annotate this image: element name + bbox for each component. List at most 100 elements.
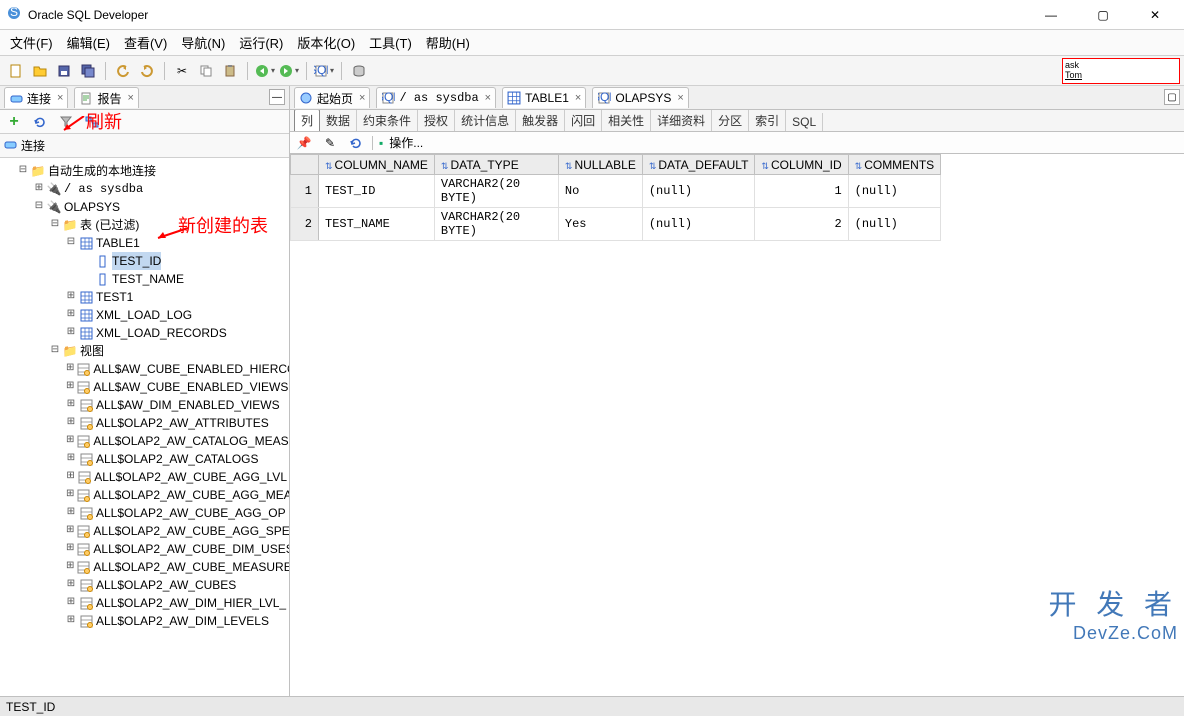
close-icon[interactable]: × [127, 92, 133, 104]
tree-node[interactable]: ⊞ALL$OLAP2_AW_DIM_LEVELS [66, 612, 287, 630]
view-icon [77, 524, 90, 538]
subtab-grants[interactable]: 授权 [418, 110, 455, 131]
close-icon[interactable]: × [575, 92, 581, 104]
tree-node[interactable]: XML_LOAD_LOG [96, 306, 192, 324]
tree-node[interactable]: 视图 [80, 342, 104, 360]
subtab-partitions[interactable]: 分区 [712, 110, 749, 131]
tree-node[interactable]: XML_LOAD_RECORDS [96, 324, 227, 342]
tab-startpage[interactable]: 起始页× [294, 87, 370, 108]
minimize-panel-button[interactable]: — [269, 89, 285, 105]
menu-file[interactable]: 文件(F) [10, 33, 53, 52]
tab-sysdba[interactable]: SQL / as sysdba× [376, 87, 496, 108]
minimize-button[interactable]: — [1028, 1, 1074, 29]
menu-edit[interactable]: 编辑(E) [67, 33, 110, 52]
tree-node[interactable]: ⊞ALL$OLAP2_AW_CUBE_AGG_LVL [66, 468, 287, 486]
pin-icon[interactable]: 📌 [294, 133, 314, 153]
subtab-details[interactable]: 详细资料 [651, 110, 712, 131]
tree-node[interactable]: / as sysdba [64, 180, 143, 198]
tab-table1[interactable]: TABLE1× [502, 87, 586, 108]
subtab-indexes[interactable]: 索引 [749, 110, 786, 131]
tree-node[interactable]: ⊞ALL$OLAP2_AW_CUBE_AGG_OP [66, 504, 287, 522]
table-row[interactable]: 2 TEST_NAMEVARCHAR2(20 BYTE) Yes(null) 2… [291, 208, 941, 241]
tab-connections[interactable]: 连接 × [4, 87, 68, 108]
sql-worksheet-dropdown[interactable]: SQL [314, 61, 334, 81]
menu-nav[interactable]: 导航(N) [181, 33, 225, 52]
status-text: TEST_ID [6, 700, 55, 714]
maximize-button[interactable]: ▢ [1080, 1, 1126, 29]
menu-help[interactable]: 帮助(H) [426, 33, 470, 52]
tree-node[interactable]: ⊞ALL$OLAP2_AW_CUBE_MEASURES [66, 558, 287, 576]
open-icon[interactable] [30, 61, 50, 81]
close-button[interactable]: ✕ [1132, 1, 1178, 29]
view-icon [77, 542, 90, 556]
worksheet-icon: SQL [381, 91, 395, 105]
save-all-icon[interactable] [78, 61, 98, 81]
restore-panel-button[interactable]: ▢ [1164, 89, 1180, 105]
subtab-deps[interactable]: 相关性 [602, 110, 651, 131]
subtab-stats[interactable]: 统计信息 [455, 110, 516, 131]
refresh-grid-icon[interactable] [346, 133, 366, 153]
columns-grid[interactable]: ⇅COLUMN_NAME ⇅DATA_TYPE ⇅NULLABLE ⇅DATA_… [290, 154, 1184, 696]
save-icon[interactable] [54, 61, 74, 81]
view-icon [77, 560, 90, 574]
tree-node[interactable]: OLAPSYS [64, 198, 120, 216]
tree-node[interactable]: ⊞ALL$AW_CUBE_ENABLED_HIERCO [66, 360, 287, 378]
help-panel[interactable]: ask Tom [1062, 58, 1180, 84]
separator [105, 62, 106, 80]
subtab-data[interactable]: 数据 [320, 110, 357, 131]
connections-icon [9, 91, 23, 105]
tree-node[interactable]: ⊞ALL$OLAP2_AW_CUBES [66, 576, 287, 594]
close-icon[interactable]: × [677, 92, 683, 104]
subtab-columns[interactable]: 列 [294, 109, 320, 131]
new-connection-icon[interactable]: + [4, 112, 24, 132]
tree-node[interactable]: ⊞ALL$AW_CUBE_ENABLED_VIEWS [66, 378, 287, 396]
copy-icon[interactable] [196, 61, 216, 81]
refresh-icon[interactable] [30, 112, 50, 132]
separator [306, 62, 307, 80]
tree-node[interactable]: ⊞ALL$OLAP2_AW_CATALOGS [66, 450, 287, 468]
menu-view[interactable]: 查看(V) [124, 33, 167, 52]
tab-reports[interactable]: 报告 × [74, 87, 138, 108]
tree-node[interactable]: TEST_NAME [112, 270, 184, 288]
menu-tools[interactable]: 工具(T) [369, 33, 412, 52]
table-row[interactable]: 1 TEST_IDVARCHAR2(20 BYTE) No(null) 1(nu… [291, 175, 941, 208]
tree-node[interactable]: ⊞ALL$OLAP2_AW_CATALOG_MEASU [66, 432, 287, 450]
cut-icon[interactable]: ✂ [172, 61, 192, 81]
redo-icon[interactable] [137, 61, 157, 81]
tree-node[interactable]: 表 (已过滤) [80, 216, 139, 234]
window-title: Oracle SQL Developer [28, 8, 1022, 22]
close-icon[interactable]: × [359, 92, 365, 104]
tree-node[interactable]: ⊞ALL$AW_DIM_ENABLED_VIEWS [66, 396, 287, 414]
back-dropdown[interactable] [255, 61, 275, 81]
new-icon[interactable] [6, 61, 26, 81]
menu-versioning[interactable]: 版本化(O) [297, 33, 355, 52]
view-icon [79, 596, 93, 610]
view-icon [77, 362, 90, 376]
tree-node[interactable]: ⊞ALL$OLAP2_AW_CUBE_AGG_MEAS [66, 486, 287, 504]
db-icon[interactable] [349, 61, 369, 81]
separator [164, 62, 165, 80]
close-icon[interactable]: × [57, 92, 63, 104]
menu-run[interactable]: 运行(R) [239, 33, 283, 52]
tree-node-selected[interactable]: TEST_ID [112, 252, 161, 270]
subtab-sql[interactable]: SQL [786, 113, 823, 131]
subtab-flashback[interactable]: 闪回 [565, 110, 602, 131]
subtab-triggers[interactable]: 触发器 [516, 110, 565, 131]
forward-dropdown[interactable] [279, 61, 299, 81]
tree-node[interactable]: 自动生成的本地连接 [48, 162, 156, 180]
svg-text:SQL: SQL [314, 64, 328, 77]
tree-node[interactable]: TABLE1 [96, 234, 140, 252]
undo-icon[interactable] [113, 61, 133, 81]
tree-node[interactable]: TEST1 [96, 288, 133, 306]
paste-icon[interactable] [220, 61, 240, 81]
actions-dropdown[interactable]: 操作... [389, 134, 423, 151]
close-icon[interactable]: × [485, 92, 491, 104]
tree-node[interactable]: ⊞ALL$OLAP2_AW_CUBE_DIM_USES [66, 540, 287, 558]
connection-tree[interactable]: ⊟📁自动生成的本地连接 ⊞🔌/ as sysdba ⊟🔌OLAPSYS ⊟📁表 … [0, 158, 289, 696]
tree-node[interactable]: ⊞ALL$OLAP2_AW_ATTRIBUTES [66, 414, 287, 432]
tab-olapsys[interactable]: SQL OLAPSYS× [592, 87, 688, 108]
tree-node[interactable]: ⊞ALL$OLAP2_AW_DIM_HIER_LVL_ [66, 594, 287, 612]
edit-icon[interactable]: ✎ [320, 133, 340, 153]
subtab-constraints[interactable]: 约束条件 [357, 110, 418, 131]
tree-node[interactable]: ⊞ALL$OLAP2_AW_CUBE_AGG_SPEC [66, 522, 287, 540]
